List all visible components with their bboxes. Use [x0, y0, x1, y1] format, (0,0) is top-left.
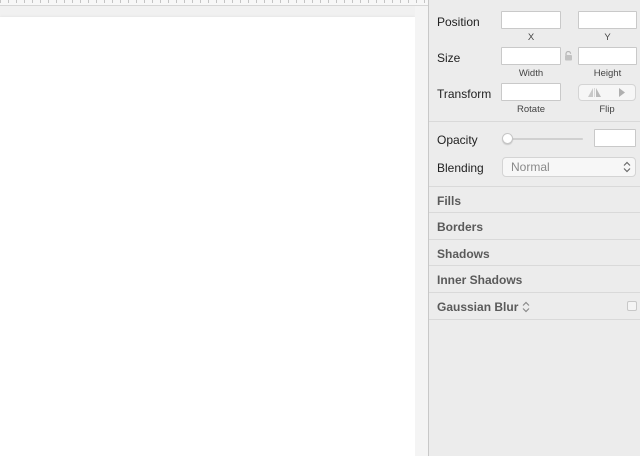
size-label: Size: [437, 51, 461, 65]
flip-icon: [588, 88, 625, 97]
divider: [429, 212, 640, 213]
width-sublabel: Width: [518, 68, 544, 79]
blending-select[interactable]: Normal: [502, 157, 636, 177]
canvas-vertical-scroll-area[interactable]: [415, 6, 428, 456]
transform-label: Transform: [437, 87, 492, 101]
fills-section-header[interactable]: Fills: [437, 194, 461, 208]
inspector-panel: Position X Y Size Width Height Transform…: [428, 0, 640, 456]
chevron-updown-icon: [623, 161, 631, 173]
blur-type-chevron-icon[interactable]: [522, 301, 530, 313]
horizontal-ruler: [0, 0, 428, 6]
borders-section-header[interactable]: Borders: [437, 220, 483, 234]
x-sublabel: X: [527, 32, 535, 43]
canvas-area[interactable]: [0, 0, 428, 456]
rotate-field[interactable]: [501, 83, 561, 101]
blending-label: Blending: [437, 161, 484, 175]
gaussian-blur-section-header[interactable]: Gaussian Blur: [437, 300, 518, 314]
blending-value: Normal: [511, 160, 550, 174]
divider: [429, 319, 640, 320]
opacity-field[interactable]: [594, 129, 636, 147]
divider: [429, 121, 640, 122]
position-y-field[interactable]: [578, 11, 637, 29]
lock-icon[interactable]: [564, 51, 573, 61]
divider: [429, 292, 640, 293]
divider: [429, 239, 640, 240]
flip-sublabel: Flip: [599, 104, 615, 115]
flip-control[interactable]: [578, 84, 636, 101]
opacity-slider-knob[interactable]: [502, 133, 513, 144]
rotate-sublabel: Rotate: [517, 104, 545, 115]
opacity-label: Opacity: [437, 133, 478, 147]
height-field[interactable]: [578, 47, 637, 65]
width-field[interactable]: [501, 47, 561, 65]
checkbox-icon[interactable]: [627, 301, 637, 311]
divider: [429, 186, 640, 187]
position-label: Position: [437, 15, 480, 29]
height-sublabel: Height: [593, 68, 622, 79]
divider: [429, 265, 640, 266]
artboard[interactable]: [0, 17, 415, 456]
y-sublabel: Y: [604, 32, 611, 43]
opacity-slider-track[interactable]: [505, 138, 583, 140]
position-x-field[interactable]: [501, 11, 561, 29]
shadows-section-header[interactable]: Shadows: [437, 247, 490, 261]
inner-shadows-section-header[interactable]: Inner Shadows: [437, 273, 522, 287]
